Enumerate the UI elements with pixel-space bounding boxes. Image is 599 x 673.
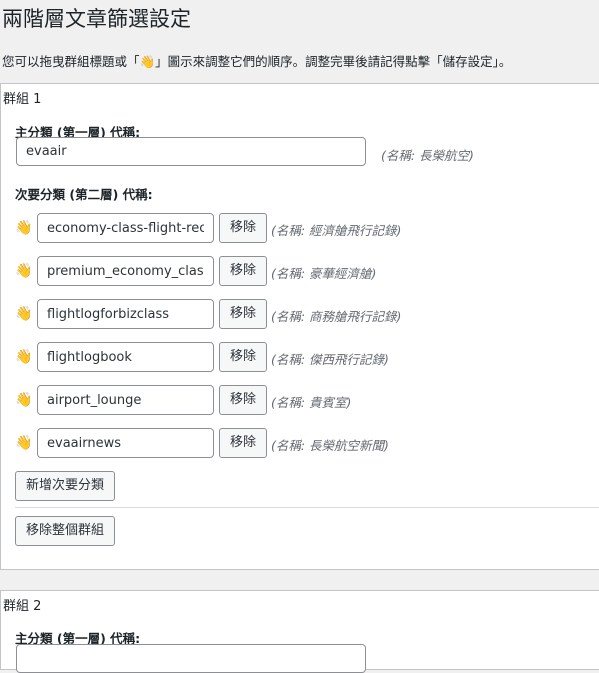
sub-row: 👋 移除 (名稱: 貴賓室) bbox=[1, 385, 599, 415]
sub-row: 👋 移除 (名稱: 長榮航空新聞) bbox=[1, 428, 599, 458]
waving-hand-icon[interactable]: 👋 bbox=[15, 348, 32, 366]
main-category-input[interactable] bbox=[16, 644, 366, 673]
sub-category-input[interactable] bbox=[37, 213, 214, 243]
page-title: 兩階層文章篩選設定 bbox=[2, 7, 191, 31]
waving-hand-icon[interactable]: 👋 bbox=[15, 391, 32, 409]
group-2-title[interactable]: 群組 2 bbox=[3, 595, 41, 614]
sub-category-input[interactable] bbox=[37, 342, 214, 372]
remove-sub-button[interactable]: 移除 bbox=[219, 342, 267, 372]
sub-category-note: (名稱: 豪華經濟艙) bbox=[271, 266, 377, 281]
sub-row: 👋 移除 (名稱: 經濟艙飛行記錄) bbox=[1, 213, 599, 243]
remove-sub-button[interactable]: 移除 bbox=[219, 385, 267, 415]
remove-sub-button[interactable]: 移除 bbox=[219, 299, 267, 329]
sub-category-note: (名稱: 傑西飛行記錄) bbox=[271, 352, 389, 367]
sub-row: 👋 移除 (名稱: 豪華經濟艙) bbox=[1, 256, 599, 286]
waving-hand-icon[interactable]: 👋 bbox=[15, 262, 32, 280]
group-1-title[interactable]: 群組 1 bbox=[3, 88, 41, 107]
sub-category-note: (名稱: 貴賓室) bbox=[271, 395, 352, 410]
remove-sub-button[interactable]: 移除 bbox=[219, 256, 267, 286]
sub-row: 👋 移除 (名稱: 商務艙飛行記錄) bbox=[1, 299, 599, 329]
add-sub-category-button[interactable]: 新增次要分類 bbox=[15, 471, 115, 501]
sub-category-input[interactable] bbox=[37, 256, 214, 286]
remove-sub-button[interactable]: 移除 bbox=[219, 428, 267, 458]
sub-category-note: (名稱: 長榮航空新聞) bbox=[271, 438, 389, 453]
remove-group-button[interactable]: 移除整個群組 bbox=[15, 516, 115, 546]
group-2: 群組 2 主分類 (第一層) 代稱: bbox=[0, 590, 599, 673]
sub-category-note: (名稱: 商務艙飛行記錄) bbox=[271, 309, 402, 324]
main-category-note: (名稱: 長榮航空) bbox=[381, 148, 474, 163]
intro-text: 您可以拖曳群組標題或「👋」圖示來調整它們的順序。調整完畢後請記得點擊「儲存設定」… bbox=[2, 54, 512, 69]
waving-hand-icon[interactable]: 👋 bbox=[15, 434, 32, 452]
group-1: 群組 1 主分類 (第一層) 代稱: (名稱: 長榮航空) 次要分類 (第二層)… bbox=[0, 83, 599, 570]
group-divider bbox=[15, 507, 599, 508]
sub-category-note: (名稱: 經濟艙飛行記錄) bbox=[271, 223, 402, 238]
remove-sub-button[interactable]: 移除 bbox=[219, 213, 267, 243]
waving-hand-icon[interactable]: 👋 bbox=[15, 219, 32, 237]
sub-category-input[interactable] bbox=[37, 299, 214, 329]
sub-category-label: 次要分類 (第二層) 代稱: bbox=[15, 187, 153, 202]
sub-row: 👋 移除 (名稱: 傑西飛行記錄) bbox=[1, 342, 599, 372]
sub-category-input[interactable] bbox=[37, 385, 214, 415]
waving-hand-icon[interactable]: 👋 bbox=[15, 305, 32, 323]
main-category-input[interactable] bbox=[16, 137, 366, 166]
sub-category-input[interactable] bbox=[37, 428, 214, 458]
